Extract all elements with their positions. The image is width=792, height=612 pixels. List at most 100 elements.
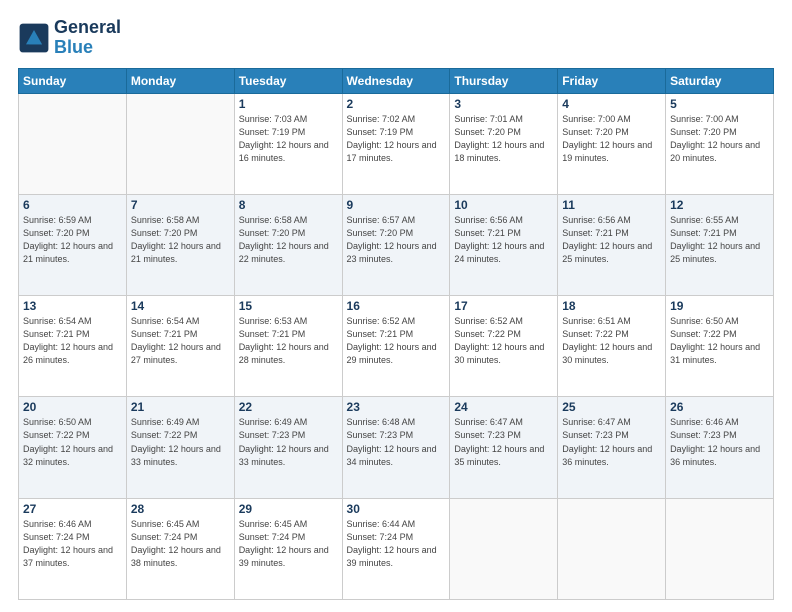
day-info: Sunrise: 7:01 AMSunset: 7:20 PMDaylight:…: [454, 113, 553, 165]
calendar-cell: 21 Sunrise: 6:49 AMSunset: 7:22 PMDayligh…: [126, 397, 234, 498]
calendar-cell: 25 Sunrise: 6:47 AMSunset: 7:23 PMDayligh…: [558, 397, 666, 498]
weekday-header-monday: Monday: [126, 68, 234, 93]
weekday-header-thursday: Thursday: [450, 68, 558, 93]
day-info: Sunrise: 6:47 AMSunset: 7:23 PMDaylight:…: [454, 416, 553, 468]
day-info: Sunrise: 6:58 AMSunset: 7:20 PMDaylight:…: [131, 214, 230, 266]
weekday-header-tuesday: Tuesday: [234, 68, 342, 93]
calendar-cell: [450, 498, 558, 599]
calendar-cell: 19 Sunrise: 6:50 AMSunset: 7:22 PMDayligh…: [666, 296, 774, 397]
day-info: Sunrise: 6:44 AMSunset: 7:24 PMDaylight:…: [347, 518, 446, 570]
day-number: 30: [347, 502, 446, 516]
day-info: Sunrise: 6:55 AMSunset: 7:21 PMDaylight:…: [670, 214, 769, 266]
weekday-header-wednesday: Wednesday: [342, 68, 450, 93]
calendar-cell: 2 Sunrise: 7:02 AMSunset: 7:19 PMDaylight…: [342, 93, 450, 194]
day-number: 2: [347, 97, 446, 111]
calendar-cell: 15 Sunrise: 6:53 AMSunset: 7:21 PMDayligh…: [234, 296, 342, 397]
weekday-header-sunday: Sunday: [19, 68, 127, 93]
day-info: Sunrise: 6:45 AMSunset: 7:24 PMDaylight:…: [131, 518, 230, 570]
day-number: 23: [347, 400, 446, 414]
day-number: 6: [23, 198, 122, 212]
day-info: Sunrise: 7:03 AMSunset: 7:19 PMDaylight:…: [239, 113, 338, 165]
calendar-week-1: 1 Sunrise: 7:03 AMSunset: 7:19 PMDaylight…: [19, 93, 774, 194]
calendar-cell: 29Sunrise: 6:45 AMSunset: 7:24 PMDayligh…: [234, 498, 342, 599]
day-info: Sunrise: 6:50 AMSunset: 7:22 PMDaylight:…: [23, 416, 122, 468]
calendar-cell: 4 Sunrise: 7:00 AMSunset: 7:20 PMDaylight…: [558, 93, 666, 194]
day-info: Sunrise: 6:48 AMSunset: 7:23 PMDaylight:…: [347, 416, 446, 468]
day-number: 9: [347, 198, 446, 212]
calendar-cell: 24 Sunrise: 6:47 AMSunset: 7:23 PMDayligh…: [450, 397, 558, 498]
header: General Blue: [18, 18, 774, 58]
logo-text: General Blue: [54, 18, 121, 58]
calendar-week-5: 27 Sunrise: 6:46 AMSunset: 7:24 PMDayligh…: [19, 498, 774, 599]
day-info: Sunrise: 6:49 AMSunset: 7:22 PMDaylight:…: [131, 416, 230, 468]
day-info: Sunrise: 6:57 AMSunset: 7:20 PMDaylight:…: [347, 214, 446, 266]
calendar-cell: 17Sunrise: 6:52 AMSunset: 7:22 PMDayligh…: [450, 296, 558, 397]
day-number: 1: [239, 97, 338, 111]
day-number: 20: [23, 400, 122, 414]
calendar-cell: 6 Sunrise: 6:59 AMSunset: 7:20 PMDaylight…: [19, 194, 127, 295]
calendar-week-4: 20 Sunrise: 6:50 AMSunset: 7:22 PMDayligh…: [19, 397, 774, 498]
day-info: Sunrise: 6:50 AMSunset: 7:22 PMDaylight:…: [670, 315, 769, 367]
day-number: 24: [454, 400, 553, 414]
day-number: 5: [670, 97, 769, 111]
day-number: 4: [562, 97, 661, 111]
day-info: Sunrise: 6:51 AMSunset: 7:22 PMDaylight:…: [562, 315, 661, 367]
weekday-header-saturday: Saturday: [666, 68, 774, 93]
page: General Blue SundayMondayTuesdayWednesda…: [0, 0, 792, 612]
day-number: 8: [239, 198, 338, 212]
day-number: 21: [131, 400, 230, 414]
calendar-cell: [19, 93, 127, 194]
calendar-cell: 12 Sunrise: 6:55 AMSunset: 7:21 PMDayligh…: [666, 194, 774, 295]
day-number: 22: [239, 400, 338, 414]
calendar-cell: 23 Sunrise: 6:48 AMSunset: 7:23 PMDayligh…: [342, 397, 450, 498]
calendar-cell: 9 Sunrise: 6:57 AMSunset: 7:20 PMDaylight…: [342, 194, 450, 295]
day-number: 25: [562, 400, 661, 414]
calendar-cell: 16 Sunrise: 6:52 AMSunset: 7:21 PMDayligh…: [342, 296, 450, 397]
day-number: 16: [347, 299, 446, 313]
day-number: 12: [670, 198, 769, 212]
day-number: 19: [670, 299, 769, 313]
day-info: Sunrise: 7:00 AMSunset: 7:20 PMDaylight:…: [562, 113, 661, 165]
day-info: Sunrise: 6:46 AMSunset: 7:24 PMDaylight:…: [23, 518, 122, 570]
calendar-cell: 28 Sunrise: 6:45 AMSunset: 7:24 PMDayligh…: [126, 498, 234, 599]
day-info: Sunrise: 6:45 AMSunset: 7:24 PMDaylight:…: [239, 518, 338, 570]
day-info: Sunrise: 6:52 AMSunset: 7:21 PMDaylight:…: [347, 315, 446, 367]
day-info: Sunrise: 6:53 AMSunset: 7:21 PMDaylight:…: [239, 315, 338, 367]
day-number: 18: [562, 299, 661, 313]
day-info: Sunrise: 6:46 AMSunset: 7:23 PMDaylight:…: [670, 416, 769, 468]
calendar-cell: 27 Sunrise: 6:46 AMSunset: 7:24 PMDayligh…: [19, 498, 127, 599]
calendar-cell: [126, 93, 234, 194]
day-info: Sunrise: 6:52 AMSunset: 7:22 PMDaylight:…: [454, 315, 553, 367]
calendar-cell: [558, 498, 666, 599]
weekday-header-friday: Friday: [558, 68, 666, 93]
day-number: 11: [562, 198, 661, 212]
logo: General Blue: [18, 18, 121, 58]
calendar-cell: 20 Sunrise: 6:50 AMSunset: 7:22 PMDayligh…: [19, 397, 127, 498]
calendar-cell: 30 Sunrise: 6:44 AMSunset: 7:24 PMDayligh…: [342, 498, 450, 599]
day-number: 3: [454, 97, 553, 111]
calendar-cell: 13Sunrise: 6:54 AMSunset: 7:21 PMDayligh…: [19, 296, 127, 397]
calendar-cell: 7 Sunrise: 6:58 AMSunset: 7:20 PMDaylight…: [126, 194, 234, 295]
day-info: Sunrise: 7:02 AMSunset: 7:19 PMDaylight:…: [347, 113, 446, 165]
day-info: Sunrise: 6:56 AMSunset: 7:21 PMDaylight:…: [454, 214, 553, 266]
day-number: 26: [670, 400, 769, 414]
day-number: 7: [131, 198, 230, 212]
day-info: Sunrise: 6:47 AMSunset: 7:23 PMDaylight:…: [562, 416, 661, 468]
day-number: 15: [239, 299, 338, 313]
day-number: 14: [131, 299, 230, 313]
day-info: Sunrise: 6:59 AMSunset: 7:20 PMDaylight:…: [23, 214, 122, 266]
calendar-cell: 11 Sunrise: 6:56 AMSunset: 7:21 PMDayligh…: [558, 194, 666, 295]
weekday-header-row: SundayMondayTuesdayWednesdayThursdayFrid…: [19, 68, 774, 93]
calendar-cell: 8Sunrise: 6:58 AMSunset: 7:20 PMDaylight…: [234, 194, 342, 295]
day-info: Sunrise: 6:54 AMSunset: 7:21 PMDaylight:…: [131, 315, 230, 367]
day-number: 27: [23, 502, 122, 516]
calendar-cell: 3 Sunrise: 7:01 AMSunset: 7:20 PMDaylight…: [450, 93, 558, 194]
day-info: Sunrise: 6:54 AMSunset: 7:21 PMDaylight:…: [23, 315, 122, 367]
day-number: 10: [454, 198, 553, 212]
day-info: Sunrise: 6:56 AMSunset: 7:21 PMDaylight:…: [562, 214, 661, 266]
calendar-cell: 1 Sunrise: 7:03 AMSunset: 7:19 PMDaylight…: [234, 93, 342, 194]
day-number: 28: [131, 502, 230, 516]
calendar-cell: 26 Sunrise: 6:46 AMSunset: 7:23 PMDayligh…: [666, 397, 774, 498]
calendar-cell: [666, 498, 774, 599]
calendar-cell: 22Sunrise: 6:49 AMSunset: 7:23 PMDayligh…: [234, 397, 342, 498]
